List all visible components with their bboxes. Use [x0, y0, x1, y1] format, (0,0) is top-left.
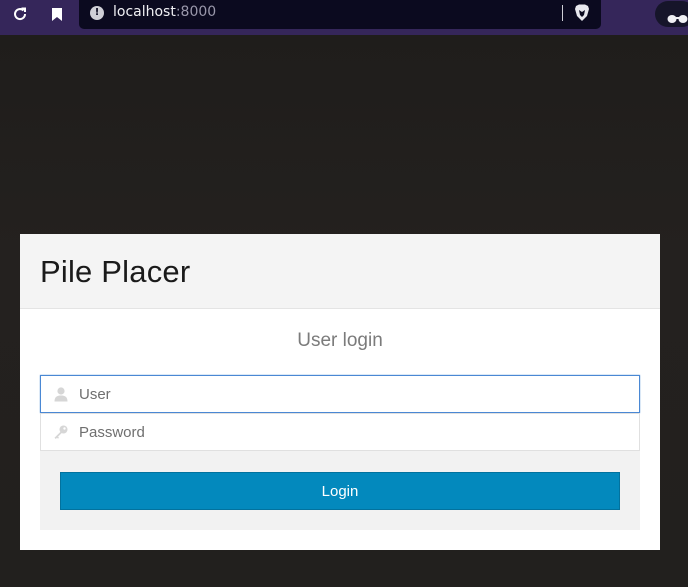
app-title: Pile Placer	[40, 253, 191, 289]
url-separator	[562, 5, 563, 21]
key-icon	[53, 424, 69, 440]
private-window-indicator[interactable]	[655, 1, 688, 27]
password-field[interactable]	[40, 413, 640, 451]
url-port: :8000	[175, 4, 217, 20]
login-heading: User login	[297, 330, 383, 351]
reload-icon[interactable]	[9, 4, 31, 24]
login-card: Pile Placer User login Login	[20, 234, 660, 550]
user-icon	[53, 386, 69, 402]
form-actions: Login	[40, 451, 640, 530]
site-info-icon[interactable]: !	[90, 6, 104, 20]
login-button[interactable]: Login	[60, 472, 620, 510]
user-input[interactable]	[79, 376, 629, 412]
url-host: localhost	[113, 4, 176, 20]
private-glasses-icon	[667, 9, 688, 28]
bookmark-icon[interactable]	[46, 4, 68, 24]
user-field[interactable]	[40, 375, 640, 413]
url-text[interactable]: localhost:8000	[113, 4, 216, 20]
address-bar[interactable]: ! localhost:8000	[79, 0, 601, 29]
browser-toolbar: ! localhost:8000	[0, 0, 688, 35]
brave-shield-icon[interactable]	[574, 4, 590, 22]
card-header: Pile Placer	[20, 234, 660, 309]
password-input[interactable]	[79, 414, 629, 450]
